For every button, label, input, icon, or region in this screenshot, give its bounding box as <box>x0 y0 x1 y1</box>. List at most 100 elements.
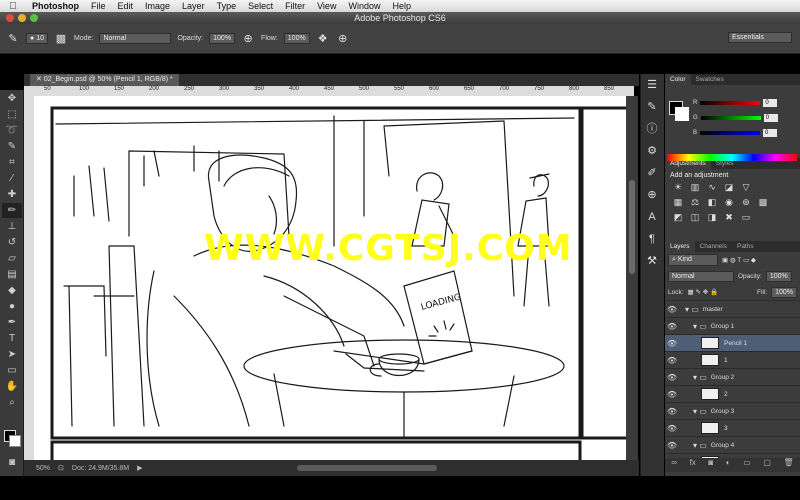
red-value[interactable]: 0 <box>763 99 778 107</box>
path-select-tool-icon[interactable]: ➤ <box>2 347 22 362</box>
tab-paths[interactable]: Paths <box>732 241 759 252</box>
zoom-window-button[interactable] <box>30 14 38 22</box>
blur-tool-icon[interactable]: ◆ <box>2 283 22 298</box>
red-slider[interactable]: R 0 <box>693 99 783 107</box>
background-color[interactable] <box>9 435 21 447</box>
menu-help[interactable]: Help <box>386 1 417 11</box>
character-panel-icon[interactable]: A <box>645 210 659 224</box>
workspace-select[interactable]: Essentials <box>728 32 792 43</box>
green-slider[interactable]: G 0 <box>693 114 783 122</box>
black-white-icon[interactable]: ◧ <box>705 197 719 208</box>
vibrance-icon[interactable]: ▽ <box>739 182 753 193</box>
flow-field[interactable]: 100% <box>283 33 310 44</box>
new-adjustment-icon[interactable]: ◐ <box>726 458 731 472</box>
posterize-icon[interactable]: ◫ <box>688 212 702 223</box>
new-layer-icon[interactable]: ▢ <box>763 458 771 472</box>
brush-tool-icon[interactable]: ✎ <box>6 32 20 46</box>
vertical-scrollbar[interactable] <box>626 96 638 460</box>
add-mask-icon[interactable]: ◙ <box>708 458 713 472</box>
blend-mode-select[interactable]: Normal <box>668 270 734 282</box>
vertical-ruler[interactable] <box>24 86 34 460</box>
brush-panel-icon[interactable]: ✐ <box>645 166 659 180</box>
history-brush-tool-icon[interactable]: ↺ <box>2 235 22 250</box>
color-lookup-icon[interactable]: ▩ <box>756 197 770 208</box>
properties-panel-icon[interactable]: ⚙ <box>645 144 659 158</box>
layer-row[interactable]: 👁 3 <box>665 419 800 436</box>
folder-icon[interactable]: ▾ ▭ <box>693 441 707 450</box>
apple-icon[interactable]:  <box>0 1 26 12</box>
green-value[interactable]: 0 <box>763 114 778 122</box>
tab-layers[interactable]: Layers <box>665 241 695 252</box>
visibility-eye-icon[interactable]: 👁 <box>665 441 679 450</box>
opacity-field[interactable]: 100% <box>209 33 236 44</box>
zoom-tool-icon[interactable]: ⌕ <box>2 395 22 410</box>
layer-row[interactable]: 👁 1 <box>665 351 800 368</box>
pen-tool-icon[interactable]: ✒ <box>2 315 22 330</box>
folder-icon[interactable]: ▾ ▭ <box>693 407 707 416</box>
menu-window[interactable]: Window <box>342 1 386 11</box>
layer-row[interactable]: 👁 Pencil 1 <box>665 334 800 351</box>
blue-slider-bar[interactable] <box>700 131 761 135</box>
marquee-tool-icon[interactable]: ⬚ <box>2 107 22 122</box>
layer-row[interactable]: 👁 ▾ ▭ Group 4 <box>665 436 800 453</box>
threshold-icon[interactable]: ◨ <box>705 212 719 223</box>
layer-row[interactable]: 👁 ▾ ▭ Group 1 <box>665 317 800 334</box>
layer-opacity-field[interactable]: 100% <box>765 270 792 282</box>
airbrush-icon[interactable]: ❖ <box>316 32 330 46</box>
menu-select[interactable]: Select <box>242 1 279 11</box>
status-icon[interactable]: ⊡ <box>58 464 64 472</box>
paragraph-panel-icon[interactable]: ¶ <box>645 232 659 246</box>
tool-presets-icon[interactable]: ⚒ <box>645 254 659 268</box>
close-window-button[interactable] <box>6 14 14 22</box>
exposure-icon[interactable]: ◪ <box>722 182 736 193</box>
layer-row[interactable]: 👁 ▾ ▭ master <box>665 300 800 317</box>
menu-filter[interactable]: Filter <box>279 1 311 11</box>
layer-kind-filter[interactable]: ⌕ Kind <box>668 254 718 266</box>
channel-mixer-icon[interactable]: ⊛ <box>739 197 753 208</box>
horizontal-ruler[interactable]: 50 100 150 200 250 300 350 400 450 500 5… <box>34 86 634 96</box>
dodge-tool-icon[interactable]: ● <box>2 299 22 314</box>
gradient-tool-icon[interactable]: ▤ <box>2 267 22 282</box>
color-spectrum[interactable] <box>667 154 797 161</box>
hue-saturation-icon[interactable]: ▦ <box>671 197 685 208</box>
link-layers-icon[interactable]: ∞ <box>671 458 677 472</box>
brightness-contrast-icon[interactable]: ☀ <box>671 182 685 193</box>
canvas[interactable]: LOADING WWW.CGTSJ.COM <box>34 96 626 460</box>
new-group-icon[interactable]: ▭ <box>743 458 751 472</box>
layer-row[interactable]: 👁 2 <box>665 385 800 402</box>
tab-color[interactable]: Color <box>665 74 691 85</box>
eyedropper-tool-icon[interactable]: ⁄ <box>2 171 22 186</box>
clone-source-icon[interactable]: ⊕ <box>645 188 659 202</box>
info-panel-icon[interactable]: ⓘ <box>645 122 659 136</box>
fill-field[interactable]: 100% <box>771 286 797 298</box>
quick-select-tool-icon[interactable]: ✎ <box>2 139 22 154</box>
delete-layer-icon[interactable]: 🗑 <box>784 458 794 472</box>
menu-view[interactable]: View <box>311 1 342 11</box>
menu-photoshop[interactable]: Photoshop <box>26 1 85 11</box>
quick-mask-icon[interactable]: ◙ <box>2 455 22 470</box>
status-menu-arrow-icon[interactable]: ▶ <box>137 464 142 472</box>
document-tab[interactable]: ✕ 02_Begin.psd @ 50% (Pencil 1, RGB/8) * <box>30 74 179 86</box>
clone-stamp-tool-icon[interactable]: ⊥ <box>2 219 22 234</box>
visibility-eye-icon[interactable]: 👁 <box>665 390 679 399</box>
healing-brush-tool-icon[interactable]: ✚ <box>2 187 22 202</box>
menu-edit[interactable]: Edit <box>112 1 140 11</box>
color-balance-icon[interactable]: ⚖ <box>688 197 702 208</box>
visibility-eye-icon[interactable]: 👁 <box>665 339 679 348</box>
selective-color-icon[interactable]: ✖ <box>722 212 736 223</box>
hand-tool-icon[interactable]: ✋ <box>2 379 22 394</box>
menu-type[interactable]: Type <box>211 1 243 11</box>
blue-value[interactable]: 0 <box>763 129 778 137</box>
close-tab-icon[interactable]: ✕ <box>36 76 44 83</box>
tab-channels[interactable]: Channels <box>695 241 732 252</box>
shape-tool-icon[interactable]: ▭ <box>2 363 22 378</box>
visibility-eye-icon[interactable]: 👁 <box>665 356 679 365</box>
brush-tool-active-icon[interactable]: ✏ <box>2 203 22 218</box>
menu-file[interactable]: File <box>85 1 112 11</box>
levels-icon[interactable]: ▥ <box>688 182 702 193</box>
folder-icon[interactable]: ▾ ▭ <box>693 373 707 382</box>
gradient-map-icon[interactable]: ▭ <box>739 212 753 223</box>
visibility-eye-icon[interactable]: 👁 <box>665 407 679 416</box>
menu-image[interactable]: Image <box>139 1 176 11</box>
invert-icon[interactable]: ◩ <box>671 212 685 223</box>
